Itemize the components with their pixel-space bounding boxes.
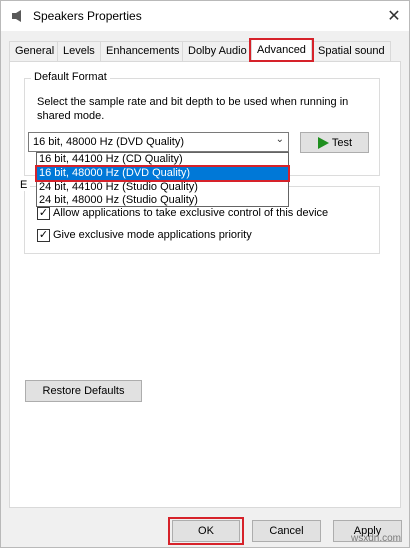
cancel-button[interactable]: Cancel	[252, 520, 321, 542]
title-bar: Speakers Properties ✕	[1, 1, 409, 31]
advanced-panel: Default Format Select the sample rate an…	[9, 61, 401, 508]
test-button-label: Test	[331, 136, 353, 149]
sample-rate-select[interactable]: 16 bit, 48000 Hz (DVD Quality) ⌄	[28, 132, 289, 152]
dropdown-option-highlight	[35, 165, 290, 182]
watermark: wsxdn.com	[350, 533, 401, 544]
restore-defaults-button[interactable]: Restore Defaults	[25, 380, 142, 402]
sample-rate-option[interactable]: 24 bit, 44100 Hz (Studio Quality)	[37, 181, 288, 194]
play-icon	[317, 136, 329, 149]
allow-exclusive-checkbox[interactable]: ✓	[37, 207, 50, 220]
speaker-icon	[12, 10, 21, 22]
window-title: Speakers Properties	[33, 9, 142, 23]
exclusive-priority-label: Give exclusive mode applications priorit…	[53, 229, 252, 241]
allow-exclusive-label: Allow applications to take exclusive con…	[53, 207, 329, 219]
checkmark-icon: ✓	[38, 229, 49, 241]
chevron-down-icon: ⌄	[275, 134, 284, 145]
tab-advanced[interactable]: Advanced	[249, 38, 314, 62]
default-format-description: Select the sample rate and bit depth to …	[37, 96, 349, 122]
exclusive-priority-checkbox[interactable]: ✓	[37, 229, 50, 242]
sample-rate-option[interactable]: 24 bit, 48000 Hz (Studio Quality)	[37, 194, 288, 207]
ok-button-highlight	[168, 517, 244, 545]
sample-rate-selected-value: 16 bit, 48000 Hz (DVD Quality)	[33, 136, 185, 148]
tab-enhancements[interactable]: Enhancements	[100, 41, 186, 61]
tab-advanced-highlight	[249, 38, 314, 62]
tab-levels[interactable]: Levels	[57, 41, 101, 61]
checkmark-icon: ✓	[38, 207, 49, 219]
default-format-title: Default Format	[31, 71, 110, 83]
tab-dolby-audio[interactable]: Dolby Audio	[182, 41, 253, 61]
exclusive-mode-title: E	[17, 179, 31, 191]
test-button[interactable]: Test	[300, 132, 369, 153]
close-icon: ✕	[387, 8, 401, 25]
close-button[interactable]: ✕	[379, 1, 409, 31]
tab-general[interactable]: General	[9, 41, 61, 61]
speakers-properties-window: Speakers Properties ✕ General Levels Enh…	[0, 0, 410, 548]
tab-spatial-sound[interactable]: Spatial sound	[312, 41, 391, 61]
